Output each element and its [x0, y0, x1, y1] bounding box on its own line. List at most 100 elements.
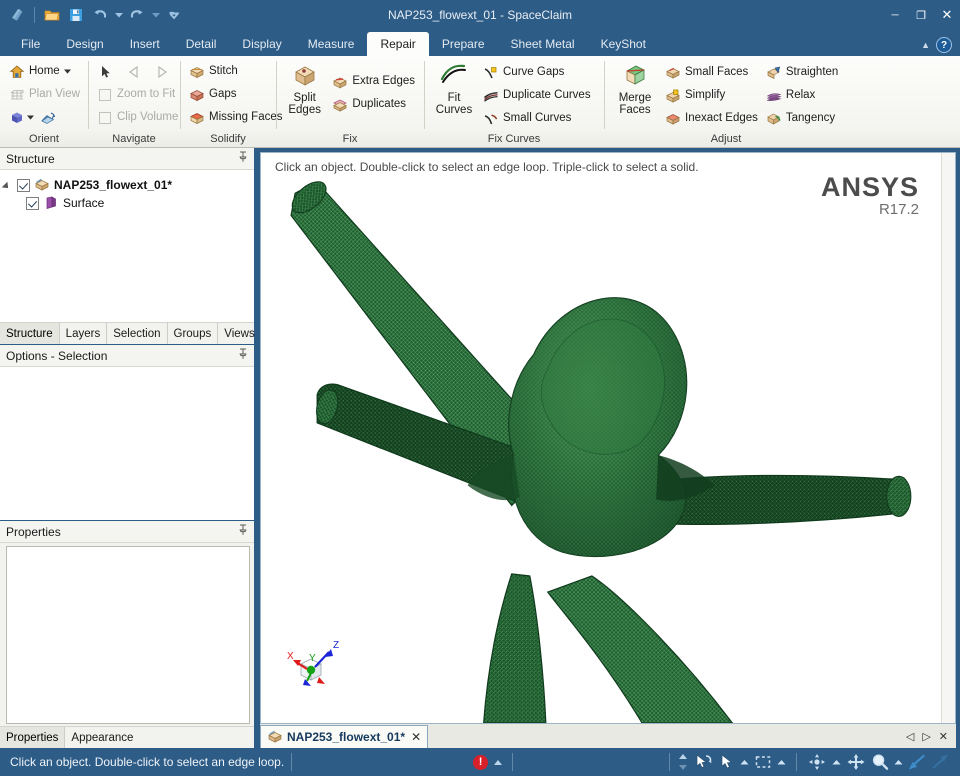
document-tab-close-icon[interactable]: ✕ — [411, 730, 421, 744]
inexact-edges-button[interactable]: Inexact Edges — [661, 107, 762, 130]
zoom-to-fit-checkbox[interactable]: Zoom to Fit — [93, 83, 175, 106]
gaps-button[interactable]: Gaps — [185, 83, 287, 106]
error-icon[interactable]: ! — [473, 754, 489, 770]
zoom-icon[interactable] — [870, 751, 890, 773]
tab-nav-next-icon[interactable]: ▷ — [922, 730, 930, 743]
collapse-ribbon-icon[interactable]: ▲ — [921, 40, 930, 50]
document-tab[interactable]: NAP253_flowext_01* ✕ — [260, 725, 429, 748]
ribbon-tab-keyshot[interactable]: KeyShot — [588, 32, 659, 56]
plan-view-button[interactable]: Plan View — [5, 83, 84, 106]
simplify-button[interactable]: Simplify — [661, 84, 762, 107]
orbit-icon[interactable] — [806, 751, 828, 773]
ribbon-tab-insert[interactable]: Insert — [117, 32, 173, 56]
zoom-out-icon[interactable] — [930, 751, 950, 773]
previous-view-icon[interactable] — [126, 64, 142, 80]
home-dropdown-icon[interactable] — [63, 69, 71, 74]
redo-icon[interactable] — [126, 4, 148, 26]
customize-qat-icon[interactable] — [163, 4, 185, 26]
redo-dropdown-icon[interactable] — [150, 4, 161, 26]
close-button[interactable]: ✕ — [934, 2, 960, 28]
panel-tab-properties[interactable]: Properties — [0, 727, 66, 748]
status-tool-strip — [676, 751, 960, 773]
gaps-label: Gaps — [209, 87, 237, 100]
select-arrow-icon[interactable] — [718, 751, 736, 773]
stitch-button[interactable]: Stitch — [185, 60, 287, 83]
help-button[interactable]: ? — [936, 37, 952, 53]
tangency-button[interactable]: Tangency — [762, 107, 842, 130]
panel-tab-views[interactable]: Views — [218, 323, 260, 344]
save-icon[interactable] — [65, 4, 87, 26]
duplicates-button[interactable]: Duplicates — [328, 93, 419, 116]
view-cube-dropdown-icon[interactable] — [27, 115, 34, 120]
merge-faces-button[interactable]: Merge Faces — [609, 60, 661, 116]
panel-tab-selection[interactable]: Selection — [107, 323, 168, 344]
graphics-viewport[interactable]: Click an object. Double-click to select … — [260, 152, 956, 724]
undo-dropdown-icon[interactable] — [113, 4, 124, 26]
ribbon-tab-detail[interactable]: Detail — [173, 32, 230, 56]
open-icon[interactable] — [41, 4, 63, 26]
tab-nav-close-icon[interactable]: ✕ — [939, 730, 948, 743]
tree-item-root[interactable]: NAP253_flowext_01* — [4, 176, 250, 194]
extra-edges-icon — [332, 74, 348, 90]
panel-tab-appearance[interactable]: Appearance — [65, 727, 139, 748]
panel-tab-groups[interactable]: Groups — [168, 323, 219, 344]
orbit-dropdown-icon[interactable] — [831, 751, 842, 773]
undo-icon[interactable] — [89, 4, 111, 26]
ribbon-tab-sheet-metal[interactable]: Sheet Metal — [498, 32, 588, 56]
quick-access-toolbar — [0, 4, 185, 26]
viewport-column: Click an object. Double-click to select … — [256, 148, 960, 748]
ribbon-tab-design[interactable]: Design — [53, 32, 116, 56]
tab-nav-prev-icon[interactable]: ◁ — [906, 730, 914, 743]
duplicate-curves-button[interactable]: Duplicate Curves — [479, 84, 595, 107]
panel-tab-layers[interactable]: Layers — [60, 323, 108, 344]
error-dropdown-icon[interactable] — [494, 759, 503, 765]
structure-tree[interactable]: NAP253_flowext_01* Surface — [0, 170, 254, 322]
ribbon-tab-display[interactable]: Display — [229, 32, 294, 56]
spin-stepper-icon[interactable] — [676, 751, 690, 773]
status-separator — [291, 753, 293, 771]
straighten-button[interactable]: Straighten — [762, 61, 842, 84]
ribbon-tab-file[interactable]: File — [8, 32, 53, 56]
undo-select-icon[interactable] — [693, 751, 715, 773]
pan-icon[interactable] — [845, 751, 867, 773]
ribbon-tab-repair[interactable]: Repair — [367, 32, 429, 56]
small-faces-button[interactable]: Small Faces — [661, 61, 762, 84]
visibility-checkbox[interactable] — [17, 178, 30, 192]
extra-edges-button[interactable]: Extra Edges — [328, 70, 419, 93]
pin-icon[interactable] — [238, 151, 248, 166]
missing-faces-button[interactable]: Missing Faces — [185, 106, 287, 129]
tree-item-surface[interactable]: Surface — [4, 194, 250, 212]
pin-icon[interactable] — [238, 348, 248, 363]
next-view-icon[interactable] — [154, 64, 170, 80]
visibility-checkbox[interactable] — [26, 196, 39, 210]
maximize-button[interactable]: ❐ — [908, 2, 934, 28]
split-edges-button[interactable]: Split Edges — [281, 60, 328, 116]
box-select-icon[interactable] — [753, 751, 773, 773]
cursor-icon[interactable] — [98, 64, 114, 80]
small-curves-button[interactable]: Small Curves — [479, 107, 595, 130]
fit-curves-button[interactable]: Fit Curves — [429, 60, 479, 116]
viewport-scrollbar-vertical[interactable] — [941, 153, 955, 723]
home-button[interactable]: Home — [5, 60, 84, 83]
spin-icon[interactable] — [40, 110, 56, 126]
panel-tab-structure[interactable]: Structure — [0, 323, 60, 344]
expand-collapse-icon[interactable] — [4, 181, 13, 190]
ribbon-tab-prepare[interactable]: Prepare — [429, 32, 498, 56]
relax-button[interactable]: Relax — [762, 84, 842, 107]
box-select-dropdown-icon[interactable] — [776, 751, 787, 773]
properties-grid[interactable] — [6, 546, 250, 724]
fit-curves-label-line1: Fit — [447, 92, 461, 104]
ribbon-tab-measure[interactable]: Measure — [295, 32, 368, 56]
spaceclaim-logo-icon[interactable] — [6, 4, 28, 26]
pin-icon[interactable] — [238, 524, 248, 539]
select-dropdown-icon[interactable] — [739, 751, 750, 773]
minimize-button[interactable]: ─ — [882, 2, 908, 28]
clip-volume-checkbox[interactable]: Clip Volume — [93, 106, 178, 129]
curve-gaps-button[interactable]: Curve Gaps — [479, 61, 595, 84]
mesh-model-3d[interactable] — [261, 153, 955, 723]
zoom-dropdown-icon[interactable] — [893, 751, 904, 773]
zoom-in-icon[interactable] — [907, 751, 927, 773]
view-cube-icon[interactable] — [9, 110, 25, 126]
orientation-triad[interactable]: Z X Y — [281, 637, 353, 701]
orient-bottom-row — [5, 106, 84, 129]
